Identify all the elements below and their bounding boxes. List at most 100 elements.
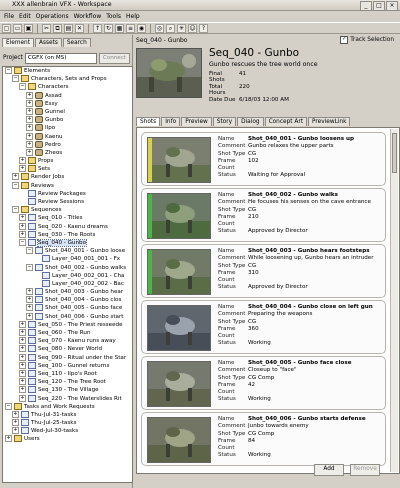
expand-icon[interactable]: + [12,173,19,181]
view-icon[interactable]: ◉ [137,23,146,33]
expand-icon[interactable]: + [19,345,26,353]
shot-thumbnail[interactable] [147,361,211,407]
new-icon[interactable]: ▢ [2,23,11,33]
tree-node[interactable]: Layer_040_002_001 - Cha [3,271,132,280]
menu-workflow[interactable]: Workflow [74,13,102,20]
tree-node[interactable]: + Seq_070 - Kaenu runs away [3,337,132,345]
tree-node[interactable]: − Elements [3,67,132,75]
expand-icon[interactable]: + [19,320,26,328]
shot-card[interactable]: Name Shot_040_005 - Gunbo face close Comme… [141,356,386,410]
tree-node[interactable]: + Seq_100 - Gunnel returns [3,361,132,370]
open-folder-icon[interactable]: ▭ [13,23,22,33]
expand-icon[interactable]: + [19,165,26,173]
expand-icon[interactable]: + [26,148,33,156]
maximize-button[interactable]: □ [373,1,385,11]
help-icon[interactable]: ? [199,23,208,33]
copy-icon[interactable]: ⧉ [53,23,62,33]
expand-icon[interactable]: + [26,288,33,296]
search-icon[interactable]: ⌕ [166,23,175,33]
tree-node[interactable]: + Ilpo [3,124,132,132]
tab-element[interactable]: Element [2,38,34,47]
menu-tools[interactable]: Tools [106,13,121,20]
expand-icon[interactable]: + [5,435,12,443]
tree-node[interactable]: + Essy [3,99,132,108]
expand-icon[interactable]: + [19,369,26,377]
tree-node[interactable]: + Gunbo [3,116,132,124]
collapse-icon[interactable]: − [5,402,12,410]
tree-node[interactable]: − Shot_040_002 - Gunbo walks [3,263,132,272]
tree-node[interactable]: + Seq_050 - The Priest resseede [3,320,132,329]
expand-icon[interactable]: + [12,427,19,435]
tab-previewlink[interactable]: PreviewLink [308,117,351,126]
list-icon[interactable]: ≡ [126,23,135,33]
tree-node[interactable]: + Render Jobs [3,173,132,181]
tree-node[interactable]: + Seq_010 - Titles [3,214,132,222]
shot-card[interactable]: Name Shot_040_006 - Gunbo starts defense C… [141,412,386,466]
expand-icon[interactable]: + [26,140,33,148]
element-tree[interactable]: − Elements − Characters, Sets and Props − Cha… [2,66,133,483]
collapse-icon[interactable]: − [19,83,26,91]
collapse-icon[interactable]: − [26,263,33,271]
menu-edit[interactable]: Edit [19,13,31,20]
tab-preview[interactable]: Preview [181,117,212,126]
tab-shots[interactable]: Shots [136,117,161,126]
tree-node[interactable]: + Props [3,157,132,165]
up-arrow-icon[interactable]: ↑ [93,23,102,33]
tree-node[interactable]: + Seq_120 - The Tree Root [3,378,132,386]
tab-assets[interactable]: Assets [35,38,62,47]
expand-icon[interactable]: + [26,304,33,312]
shot-thumbnail[interactable] [147,417,211,463]
expand-icon[interactable]: + [26,124,33,132]
expand-icon[interactable]: + [19,337,26,345]
collapse-icon[interactable]: − [12,75,19,83]
shot-thumbnail[interactable] [147,305,211,351]
tree-node[interactable]: + Sets [3,165,132,173]
tree-node[interactable]: − Tasks and Work Requests [3,402,132,411]
tree-node[interactable]: + Seq_130 - The Village [3,386,132,394]
shot-thumbnail[interactable] [147,193,211,239]
shot-list-scrollbar[interactable] [390,129,398,472]
tree-node[interactable]: + Users [3,435,132,443]
tree-node[interactable]: + Seq_020 - Kaenu dreams [3,222,132,231]
expand-icon[interactable]: + [26,91,33,99]
shot-card[interactable]: Name Shot_040_004 - Gunbo close on left g… [141,300,386,354]
collapse-icon[interactable]: − [12,181,19,189]
shot-card[interactable]: Name Shot_040_001 - Gunbo loosens up Comme… [141,132,386,186]
tree-node[interactable]: − Characters [3,83,132,91]
refresh-icon[interactable]: ↻ [104,23,113,33]
tab-story[interactable]: Story [212,117,237,126]
expand-icon[interactable]: + [19,214,26,222]
tree-node[interactable]: Layer_040_001_001 - Fx [3,255,132,263]
cut-icon[interactable]: ✂ [42,23,51,33]
track-selection-checkbox[interactable]: ✓ [340,36,349,44]
tree-node[interactable]: − Characters, Sets and Props [3,75,132,83]
expand-icon[interactable]: + [19,222,26,230]
collapse-icon[interactable]: − [5,67,12,74]
tree-node[interactable]: + Kaenu [3,132,132,141]
collapse-icon[interactable]: − [12,206,19,214]
menu-help[interactable]: Help [126,13,140,20]
expand-icon[interactable]: + [26,296,33,304]
shot-list[interactable]: Name Shot_040_001 - Gunbo loosens up Comme… [136,127,400,474]
tree-node[interactable]: + Seq_220 - The Waterslides Rit [3,394,132,403]
expand-icon[interactable]: + [12,419,19,427]
shot-thumbnail[interactable] [147,249,211,295]
expand-icon[interactable]: + [26,132,33,140]
tree-node[interactable]: + Seq_060 - The Run [3,329,132,337]
minimize-button[interactable]: _ [360,1,372,11]
shot-card[interactable]: Name Shot_040_003 - Gunbo hears footsteps… [141,244,386,298]
remove-button[interactable]: Remove [350,464,380,476]
grid-icon[interactable]: ▦ [115,23,124,33]
tree-node[interactable]: − Reviews [3,181,132,190]
menu-operations[interactable]: Operations [36,13,69,20]
expand-icon[interactable]: + [26,99,33,107]
tree-node[interactable]: + Shot_040_005 - Gunbo face [3,304,132,312]
tree-node[interactable]: + Thu-Jul-25-tasks [3,419,132,427]
tree-node[interactable]: + Shot_040_003 - Gunbo hear [3,288,132,296]
tree-node[interactable]: + Seq_080 - Never World [3,345,132,353]
expand-icon[interactable]: + [19,230,26,238]
expand-icon[interactable]: + [19,386,26,394]
tree-node[interactable]: Review Packages [3,189,132,198]
menu-file[interactable]: File [4,13,14,20]
settings-icon[interactable]: ✳ [177,23,186,33]
